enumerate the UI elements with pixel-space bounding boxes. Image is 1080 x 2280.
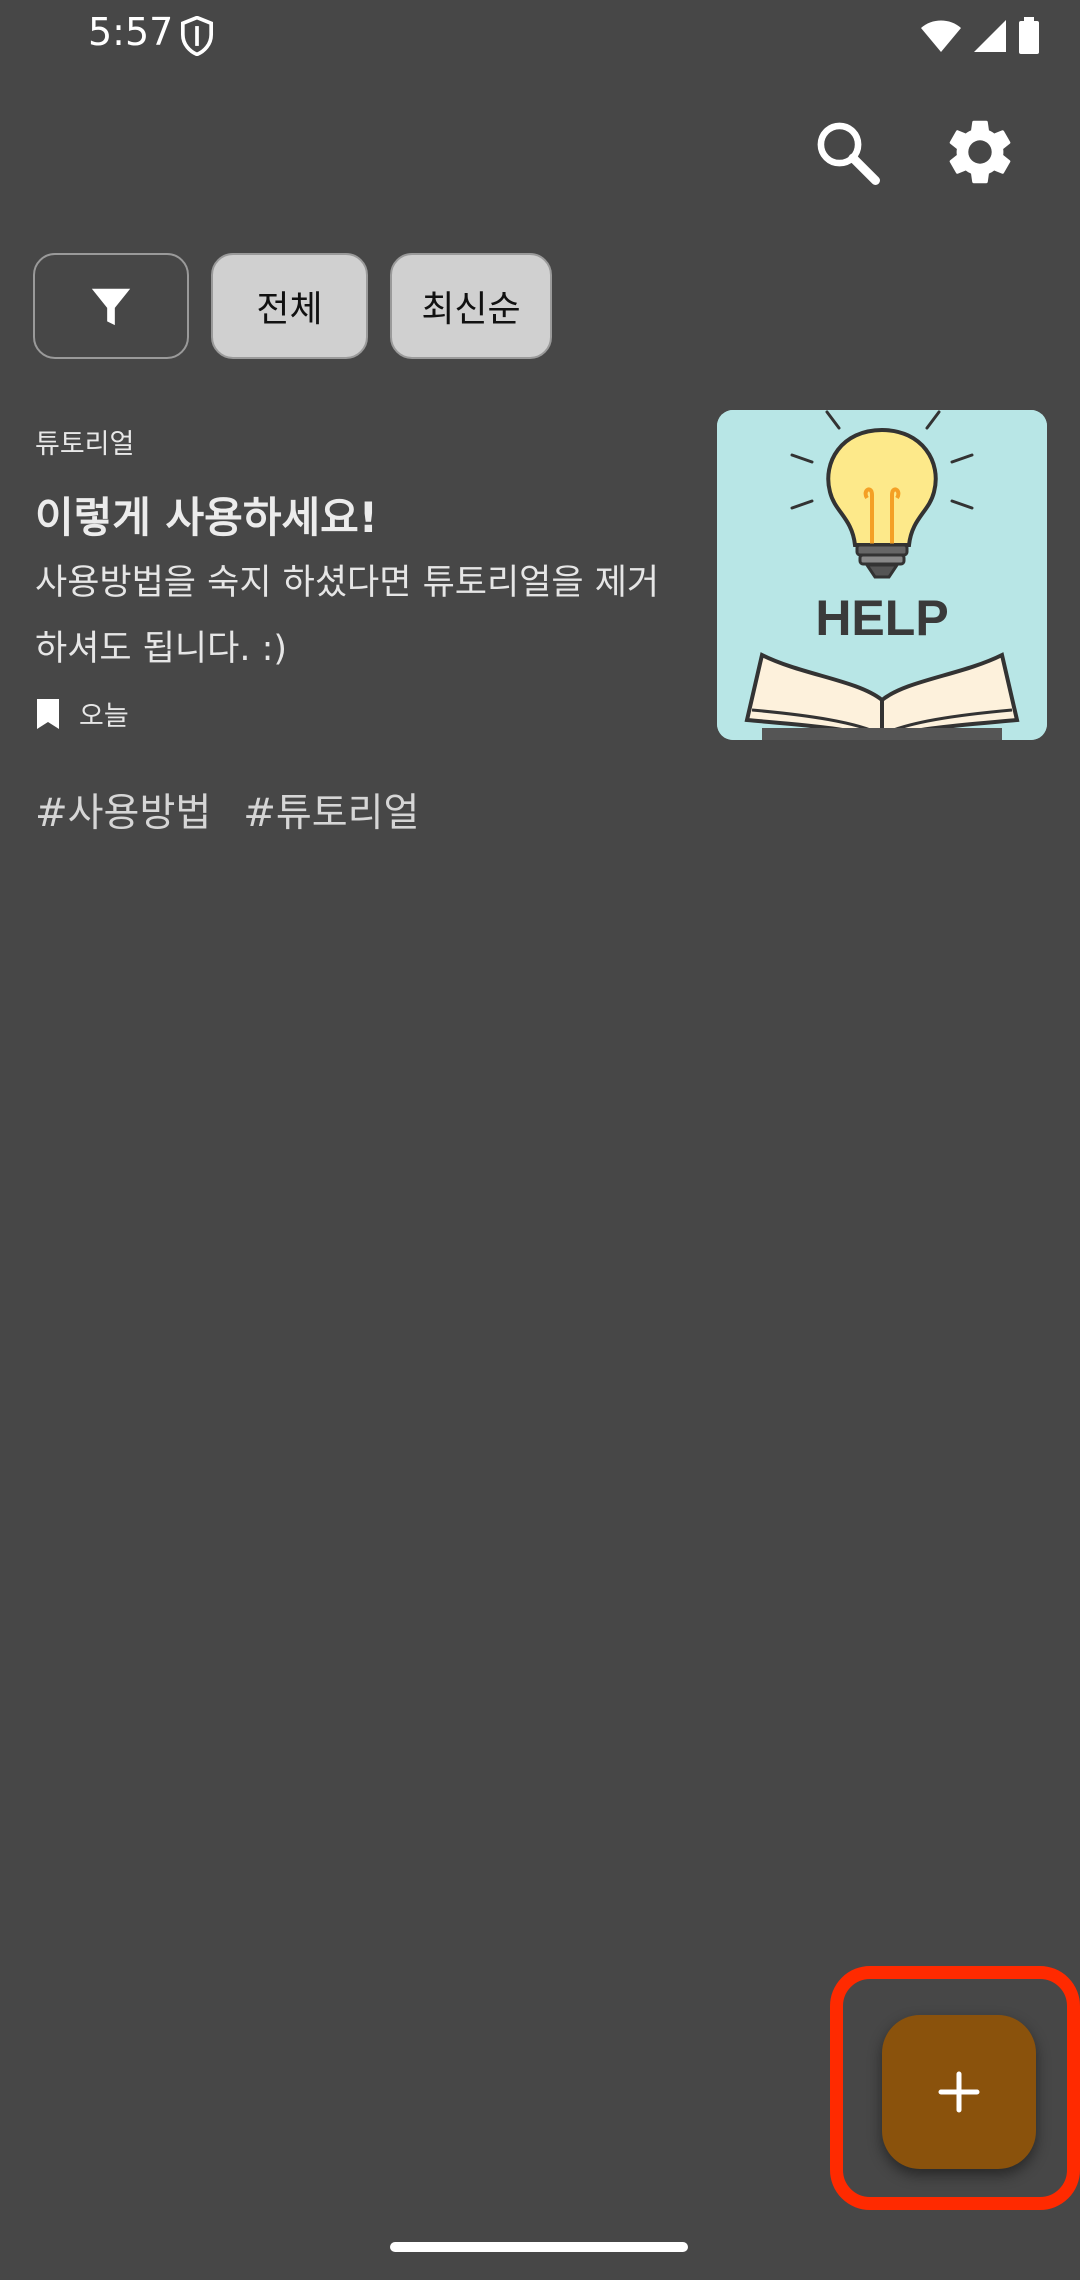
add-note-button[interactable] <box>882 2015 1036 2169</box>
note-thumbnail: HELP <box>717 410 1047 740</box>
note-date: 오늘 <box>79 701 129 732</box>
tag-usage[interactable]: #사용방법 <box>35 782 211 838</box>
settings-button[interactable] <box>930 102 1030 202</box>
chip-all[interactable]: 전체 <box>211 253 368 359</box>
help-lightbulb-book-illustration: HELP <box>717 410 1047 740</box>
status-time: 5:57 <box>88 10 174 54</box>
tag-list: #사용방법 #튜토리얼 <box>35 782 419 838</box>
bookmark-icon <box>37 698 59 729</box>
note-title: 이렇게 사용하세요! <box>35 493 378 542</box>
cellular-icon <box>974 20 1006 52</box>
filter-icon <box>91 288 131 326</box>
chip-sort-latest[interactable]: 최신순 <box>390 253 552 359</box>
gear-icon <box>949 120 1011 184</box>
thumbnail-text: HELP <box>815 590 948 646</box>
note-description: 사용방법을 숙지 하셨다면 튜토리얼을 제거하셔도 됩니다. :) <box>35 563 660 669</box>
status-icons <box>920 14 1040 58</box>
note-category: 튜토리얼 <box>35 429 135 460</box>
status-bar: 5:57 <box>0 0 1080 72</box>
battery-icon <box>1019 17 1039 54</box>
tag-tutorial[interactable]: #튜토리얼 <box>243 782 419 838</box>
note-card[interactable]: 튜토리얼 이렇게 사용하세요! 사용방법을 숙지 하셨다면 튜토리얼을 제거하셔… <box>0 410 1080 750</box>
filter-button[interactable] <box>33 253 189 359</box>
plus-icon <box>938 2071 980 2113</box>
note-meta: 오늘 <box>35 694 129 733</box>
shield-icon <box>180 16 214 56</box>
search-icon <box>817 122 880 185</box>
home-indicator[interactable] <box>390 2242 688 2252</box>
filter-row: 전체 최신순 <box>33 253 552 363</box>
wifi-icon <box>921 20 961 52</box>
search-button[interactable] <box>797 102 897 202</box>
